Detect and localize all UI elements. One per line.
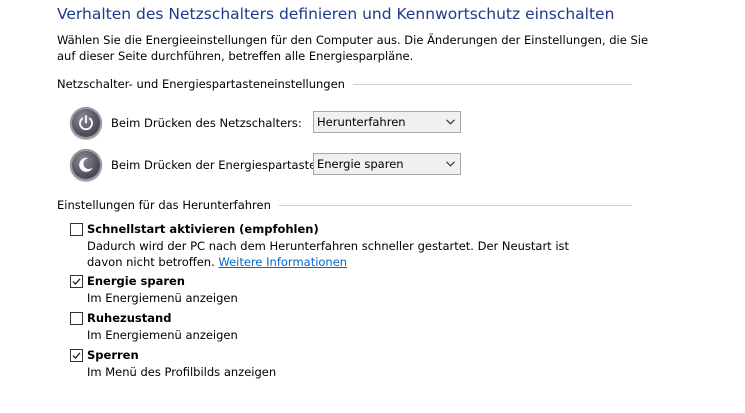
power-button-action-value: Herunterfahren <box>317 115 406 129</box>
checkmark-icon <box>72 352 81 359</box>
fast-startup-checkbox[interactable] <box>70 223 83 236</box>
sleep-description: Im Energiemenü anzeigen <box>87 291 238 305</box>
section-divider <box>352 84 632 85</box>
page-description: Wählen Sie die Energieeinstellungen für … <box>57 33 649 63</box>
page-title: Verhalten des Netzschalters definieren u… <box>57 5 615 23</box>
sleep-button-action-select[interactable]: Energie sparen <box>313 153 461 175</box>
sleep-button-label: Beim Drücken der Energiespartaste: <box>111 158 321 172</box>
sleep-button-action-value: Energie sparen <box>317 157 404 171</box>
power-button-action-select[interactable]: Herunterfahren <box>313 111 461 133</box>
section-heading: Einstellungen für das Herunterfahren <box>57 198 271 212</box>
sleep-checkbox[interactable] <box>70 275 83 288</box>
sleep-button-icon <box>70 149 102 181</box>
hibernate-checkbox[interactable] <box>70 312 83 325</box>
lock-description: Im Menü des Profilbilds anzeigen <box>87 365 277 379</box>
section-divider <box>278 205 632 206</box>
hibernate-description: Im Energiemenü anzeigen <box>87 328 238 342</box>
sleep-button-row: Beim Drücken der Energiespartaste: Energ… <box>70 149 470 183</box>
fast-startup-title: Schnellstart aktivieren (empfohlen) <box>87 222 319 236</box>
section-heading: Netzschalter- und Energiespartasteneinst… <box>57 77 345 91</box>
power-button-row: Beim Drücken des Netzschalters: Herunter… <box>70 107 470 141</box>
lock-checkbox[interactable] <box>70 349 83 362</box>
checkmark-icon <box>72 278 81 285</box>
shutdown-settings-section-header: Einstellungen für das Herunterfahren <box>57 197 632 213</box>
more-info-link[interactable]: Weitere Informationen <box>218 255 347 269</box>
sleep-title: Energie sparen <box>87 274 185 288</box>
chevron-down-icon <box>446 161 455 167</box>
hibernate-title: Ruhezustand <box>87 311 172 325</box>
power-button-icon <box>70 107 102 139</box>
fast-startup-description: Dadurch wird der PC nach dem Herunterfah… <box>87 238 607 270</box>
power-button-label: Beim Drücken des Netzschalters: <box>111 116 302 130</box>
power-buttons-section-header: Netzschalter- und Energiespartasteneinst… <box>57 76 632 92</box>
chevron-down-icon <box>446 119 455 125</box>
lock-title: Sperren <box>87 348 139 362</box>
